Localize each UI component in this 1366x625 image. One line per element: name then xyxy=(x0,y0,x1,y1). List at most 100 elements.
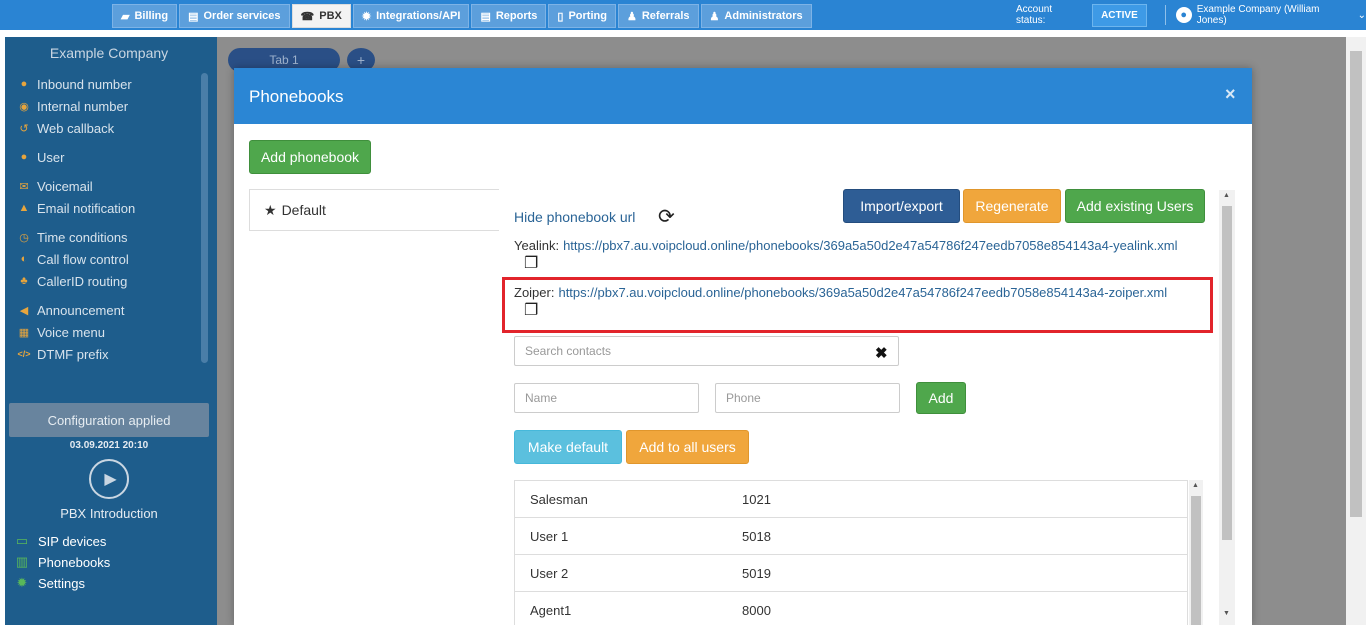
sidebar-item-label: DTMF prefix xyxy=(37,346,109,362)
sidebar-item-dtmf-prefix[interactable]: </> DTMF prefix xyxy=(17,344,109,364)
page-scrollbar-thumb[interactable] xyxy=(1350,51,1362,517)
user-menu[interactable]: Example Company (William Jones) xyxy=(1197,4,1352,26)
sidebar-item-callerid-routing[interactable]: ♣ CallerID routing xyxy=(17,271,127,291)
copy-icon[interactable]: ❐ xyxy=(524,253,538,273)
sidebar-item-web-callback[interactable]: ↺ Web callback xyxy=(17,118,114,138)
modal-scrollbar[interactable]: ▲ ▼ xyxy=(1219,190,1235,625)
add-to-all-users-button[interactable]: Add to all users xyxy=(626,430,749,464)
megaphone-icon: ◀ xyxy=(19,304,29,317)
nav-tab-referrals[interactable]: ♟ Referrals xyxy=(617,4,699,28)
nav-tab-label: Administrators xyxy=(724,10,803,22)
refresh-icon[interactable]: ⟳ xyxy=(658,204,675,229)
sidebar-link-label: Settings xyxy=(38,575,85,591)
user-avatar-icon: ● xyxy=(1175,7,1192,23)
highlight-box xyxy=(502,277,1213,333)
top-navigation-bar: ▰ Billing ▤ Order services ☎ PBX ✹ Integrati… xyxy=(0,0,1366,30)
table-row[interactable]: Salesman 1021 xyxy=(515,481,1187,518)
nav-tab-administrators[interactable]: ♟ Administrators xyxy=(700,4,812,28)
sidebar-item-user[interactable]: ● User xyxy=(17,147,65,167)
add-existing-users-button[interactable]: Add existing Users xyxy=(1065,189,1205,223)
phone-icon: ☎ xyxy=(300,10,315,23)
yealink-label: Yealink: xyxy=(514,238,560,253)
book-icon: ▥ xyxy=(15,554,29,569)
cart-icon: ▤ xyxy=(188,10,199,23)
folder-icon: ▰ xyxy=(121,10,130,23)
sidebar-link-phonebooks[interactable]: ▥ Phonebooks xyxy=(13,552,110,572)
star-icon: ★ xyxy=(264,201,277,218)
table-row[interactable]: User 1 5018 xyxy=(515,518,1187,555)
search-contacts-input[interactable]: Search contacts xyxy=(514,336,899,366)
sidebar-company-name: Example Company xyxy=(49,45,169,61)
nav-tab-label: Billing xyxy=(134,10,169,22)
sidebar-item-label: Email notification xyxy=(37,200,136,216)
sidebar-item-inbound-number[interactable]: ● Inbound number xyxy=(17,74,132,94)
chevron-down-icon[interactable]: ⌄ xyxy=(1358,10,1366,21)
sidebar-link-sip-devices[interactable]: ▭ SIP devices xyxy=(13,531,107,551)
sidebar-item-voicemail[interactable]: ✉ Voicemail xyxy=(17,176,93,196)
nav-tab-billing[interactable]: ▰ Billing xyxy=(112,4,178,28)
table-row[interactable]: Agent1 8000 xyxy=(515,592,1187,625)
scroll-down-icon[interactable]: ▼ xyxy=(1223,610,1230,617)
nav-tab-label: Reports xyxy=(495,10,538,22)
sidebar-item-voice-menu[interactable]: ▦ Voice menu xyxy=(17,322,105,342)
make-default-button[interactable]: Make default xyxy=(514,430,622,464)
pbx-introduction-link[interactable]: PBX Introduction xyxy=(5,506,213,521)
contact-phone: 5018 xyxy=(742,529,771,544)
modal-title: Phonebooks xyxy=(249,87,344,106)
add-phonebook-button[interactable]: Add phonebook xyxy=(249,140,371,174)
nav-tab-integrations[interactable]: ✹ Integrations/API xyxy=(352,4,470,28)
code-icon: </> xyxy=(17,349,31,359)
contact-name: Agent1 xyxy=(530,603,572,618)
sidebar-item-label: Voice menu xyxy=(37,324,105,340)
admin-icon: ♟ xyxy=(709,10,720,23)
close-icon[interactable]: × xyxy=(1225,84,1236,105)
name-input[interactable]: Name xyxy=(514,383,699,413)
add-contact-button[interactable]: Add xyxy=(916,382,966,414)
contact-name: User 1 xyxy=(530,529,569,544)
sidebar-item-email-notification[interactable]: ▲ Email notification xyxy=(17,198,136,218)
sidebar-item-call-flow-control[interactable]: ◐ Call flow control xyxy=(17,249,129,269)
contacts-scrollbar-thumb[interactable] xyxy=(1191,496,1201,625)
monitor-icon: ▭ xyxy=(15,533,29,548)
sidebar-item-label: Voicemail xyxy=(37,178,93,194)
nav-tab-reports[interactable]: ▤ Reports xyxy=(471,4,547,28)
sidebar-item-label: Time conditions xyxy=(37,229,128,245)
phonebook-list-item[interactable]: ★ Default xyxy=(249,189,499,231)
sidebar-item-label: User xyxy=(37,149,65,165)
nav-tab-order-services[interactable]: ▤ Order services xyxy=(179,4,290,28)
import-export-button[interactable]: Import/export xyxy=(843,189,960,223)
grid-icon: ▦ xyxy=(18,326,30,339)
sidebar-item-internal-number[interactable]: ◉ Internal number xyxy=(17,96,128,116)
nav-tab-porting[interactable]: ▯ Porting xyxy=(548,4,616,28)
scroll-up-icon[interactable]: ▲ xyxy=(1192,482,1199,489)
gear-icon: ✹ xyxy=(16,575,28,590)
clear-search-icon[interactable]: ✖ xyxy=(875,344,888,362)
sidebar-link-settings[interactable]: ✹ Settings xyxy=(13,573,85,593)
contacts-table: Salesman 1021 User 1 5018 User 2 5019 Agent… xyxy=(514,480,1188,625)
contact-phone: 5019 xyxy=(742,566,771,581)
hide-phonebook-url-link[interactable]: Hide phonebook url xyxy=(514,209,635,225)
regenerate-button[interactable]: Regenerate xyxy=(963,189,1061,223)
yealink-url-link[interactable]: https://pbx7.au.voipcloud.online/phonebo… xyxy=(563,238,1177,253)
table-row[interactable]: User 2 5019 xyxy=(515,555,1187,592)
contact-name: User 2 xyxy=(530,566,569,581)
toggle-icon: ◐ xyxy=(20,253,28,265)
contacts-scrollbar[interactable]: ▲ xyxy=(1189,480,1203,625)
configuration-date: 03.09.2021 20:10 xyxy=(69,440,149,451)
play-icon[interactable]: ▶ xyxy=(89,459,129,499)
phone-input[interactable]: Phone xyxy=(715,383,900,413)
sidebar-item-announcement[interactable]: ◀ Announcement xyxy=(17,300,125,320)
sidebar-scrollbar[interactable] xyxy=(201,73,208,363)
sidebar-item-time-conditions[interactable]: ◷ Time conditions xyxy=(17,227,128,247)
globe-icon: ● xyxy=(20,78,28,90)
contact-phone: 1021 xyxy=(742,492,771,507)
page-scrollbar[interactable] xyxy=(1346,37,1366,625)
sidebar-item-label: Web callback xyxy=(37,120,115,136)
scroll-up-icon[interactable]: ▲ xyxy=(1223,192,1230,199)
sidebar: Example Company ● Inbound number ◉ Interna… xyxy=(5,37,217,625)
configuration-status-button[interactable]: Configuration applied xyxy=(9,403,209,437)
nav-tab-label: Porting xyxy=(568,10,607,22)
modal-scrollbar-thumb[interactable] xyxy=(1222,206,1232,540)
nav-tab-pbx[interactable]: ☎ PBX xyxy=(291,4,351,28)
envelope-icon: ✉ xyxy=(19,180,29,193)
